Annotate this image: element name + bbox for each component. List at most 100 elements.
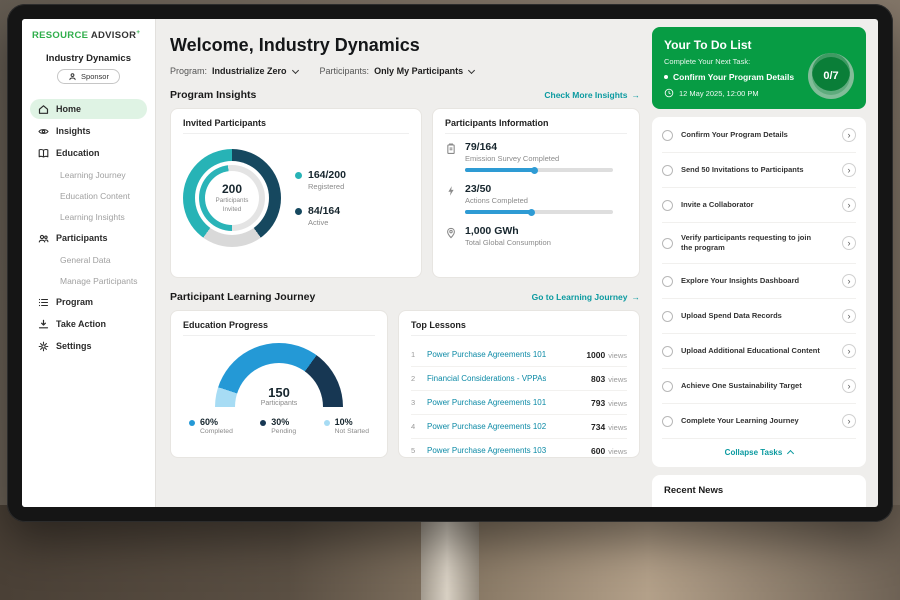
link-label: Go to Learning Journey <box>532 292 628 302</box>
task-item-send-invitations[interactable]: Send 50 Invitations to Participants › <box>662 153 856 188</box>
people-icon <box>38 233 49 244</box>
lesson-link[interactable]: Power Purchase Agreements 101 <box>427 350 546 359</box>
task-checkbox[interactable] <box>662 200 673 211</box>
sidebar-item-education[interactable]: Education <box>30 143 147 163</box>
sidebar-item-label: Program <box>56 297 93 307</box>
participants-dropdown-label: Participants: <box>320 66 370 76</box>
check-more-insights-link[interactable]: Check More Insights → <box>544 90 640 100</box>
sidebar-item-insights[interactable]: Insights <box>30 121 147 141</box>
task-checkbox[interactable] <box>662 130 673 141</box>
legend-dot <box>189 420 195 426</box>
task-item-verify-participants[interactable]: Verify participants requesting to join t… <box>662 223 856 264</box>
sidebar-item-education-content[interactable]: Education Content <box>30 186 147 205</box>
task-item-complete-learning-journey[interactable]: Complete Your Learning Journey › <box>662 404 856 439</box>
task-label: Invite a Collaborator <box>681 200 754 210</box>
stat-label: Total Global Consumption <box>465 238 551 247</box>
task-item-confirm-program[interactable]: Confirm Your Program Details › <box>662 118 856 153</box>
org-name: Industry Dynamics <box>30 53 147 64</box>
task-open-button[interactable]: › <box>842 344 856 358</box>
task-checkbox[interactable] <box>662 238 673 249</box>
stat-emission-survey: 79/164 Emission Survey Completed <box>445 141 627 172</box>
stat-value: 1,000 GWh <box>465 225 551 237</box>
chevron-right-icon: › <box>848 347 851 356</box>
sidebar-item-label: Education Content <box>60 191 130 201</box>
card-title: Participants Information <box>445 118 627 134</box>
stat-label: Emission Survey Completed <box>465 154 613 163</box>
legend-item-active: 84/164 Active <box>295 205 346 227</box>
task-item-upload-educational-content[interactable]: Upload Additional Educational Content › <box>662 334 856 369</box>
task-checkbox[interactable] <box>662 346 673 357</box>
program-dropdown[interactable]: Program: Industrialize Zero <box>170 66 298 76</box>
lesson-views-count: 803 <box>591 374 605 384</box>
task-item-upload-spend-data[interactable]: Upload Spend Data Records › <box>662 299 856 334</box>
sidebar-item-home[interactable]: Home <box>30 99 147 119</box>
task-open-button[interactable]: › <box>842 379 856 393</box>
task-item-achieve-sustainability-target[interactable]: Achieve One Sustainability Target › <box>662 369 856 404</box>
lesson-link[interactable]: Power Purchase Agreements 103 <box>427 446 546 455</box>
task-open-button[interactable]: › <box>842 274 856 288</box>
emission-survey-progress-bar <box>465 168 613 172</box>
monitor: RESOURCE ADVISOR+ Industry Dynamics Spon… <box>7 4 893 522</box>
sidebar-item-learning-journey[interactable]: Learning Journey <box>30 165 147 184</box>
participants-dropdown-value: Only My Participants <box>374 66 463 76</box>
card-title: Invited Participants <box>183 118 409 134</box>
survey-icon <box>445 143 457 155</box>
legend-item-registered: 164/200 Registered <box>295 169 346 191</box>
stat-actions-completed: 23/50 Actions Completed <box>445 183 627 214</box>
lesson-row: 5 Power Purchase Agreements 103 600views <box>411 439 627 462</box>
task-checkbox[interactable] <box>662 276 673 287</box>
task-checkbox[interactable] <box>662 311 673 322</box>
collapse-tasks-link[interactable]: Collapse Tasks <box>662 439 856 463</box>
lesson-link[interactable]: Power Purchase Agreements 101 <box>427 398 546 407</box>
sidebar-item-program[interactable]: Program <box>30 292 147 312</box>
lesson-views-count: 600 <box>591 446 605 456</box>
task-label: Upload Spend Data Records <box>681 311 782 321</box>
sidebar-item-manage-participants[interactable]: Manage Participants <box>30 271 147 290</box>
sidebar-item-general-data[interactable]: General Data <box>30 250 147 269</box>
task-open-button[interactable]: › <box>842 309 856 323</box>
legend-label: Completed <box>200 428 233 435</box>
task-checkbox[interactable] <box>662 381 673 392</box>
lesson-rank: 1 <box>411 350 418 359</box>
location-pin-icon <box>445 227 457 239</box>
task-checkbox[interactable] <box>662 416 673 427</box>
go-to-learning-journey-link[interactable]: Go to Learning Journey → <box>532 292 640 302</box>
sidebar-item-participants[interactable]: Participants <box>30 228 147 248</box>
sidebar-item-take-action[interactable]: Take Action <box>30 314 147 334</box>
chevron-right-icon: › <box>848 277 851 286</box>
task-checkbox[interactable] <box>662 165 673 176</box>
task-label: Achieve One Sustainability Target <box>681 381 802 391</box>
stat-value: 23/50 <box>465 183 613 195</box>
sponsor-badge[interactable]: Sponsor <box>57 69 120 84</box>
program-dropdown-value: Industrialize Zero <box>212 66 287 76</box>
task-open-button[interactable]: › <box>842 163 856 177</box>
lesson-link[interactable]: Financial Considerations - VPPAs <box>427 374 546 383</box>
chevron-right-icon: › <box>848 131 851 140</box>
sidebar-item-label: Education <box>56 148 100 158</box>
task-label: Upload Additional Educational Content <box>681 346 820 356</box>
task-open-button[interactable]: › <box>842 198 856 212</box>
task-item-invite-collaborator[interactable]: Invite a Collaborator › <box>662 188 856 223</box>
task-open-button[interactable]: › <box>842 236 856 250</box>
gear-icon <box>38 341 49 352</box>
top-lessons-card: Top Lessons 1 Power Purchase Agreements … <box>398 310 640 458</box>
sidebar-nav: Home Insights Education Learning Journey <box>30 99 147 356</box>
gauge-legend: 60% Completed 30% Pending <box>183 407 375 435</box>
task-open-button[interactable]: › <box>842 414 856 428</box>
lesson-views-unit: views <box>608 423 627 432</box>
participants-dropdown[interactable]: Participants: Only My Participants <box>320 66 475 76</box>
task-open-button[interactable]: › <box>842 128 856 142</box>
donut-center-label: Participants Invited <box>210 197 254 213</box>
legend-value: 84/164 <box>308 205 340 217</box>
task-item-explore-insights[interactable]: Explore Your Insights Dashboard › <box>662 264 856 299</box>
todo-progress-value: 0/7 <box>823 70 838 82</box>
lesson-link[interactable]: Power Purchase Agreements 102 <box>427 422 546 431</box>
chevron-down-icon <box>468 66 475 73</box>
task-label: Verify participants requesting to join t… <box>681 233 821 253</box>
card-title: Education Progress <box>183 320 375 336</box>
sidebar-item-learning-insights[interactable]: Learning Insights <box>30 207 147 226</box>
education-progress-card: Education Progress 150 Participants <box>170 310 388 458</box>
section-title-learning-journey: Participant Learning Journey <box>170 291 315 303</box>
legend-value: 60% <box>200 417 233 427</box>
sidebar-item-settings[interactable]: Settings <box>30 336 147 356</box>
